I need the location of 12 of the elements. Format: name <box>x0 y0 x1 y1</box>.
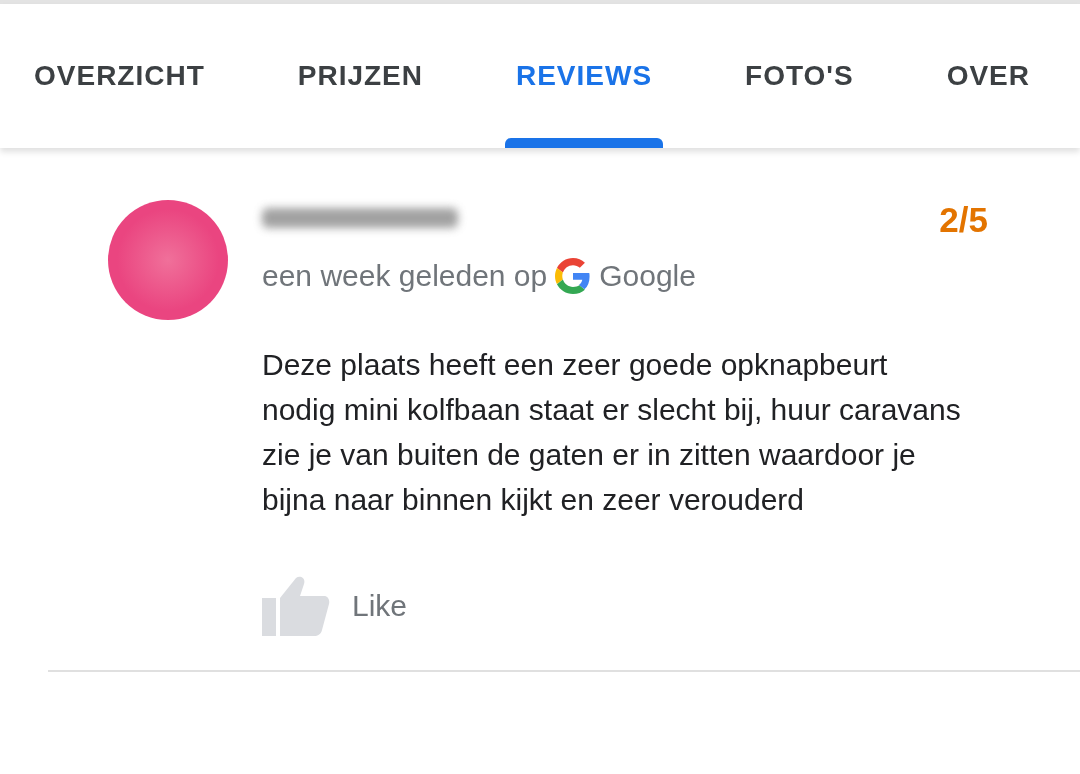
rating: 2/5 <box>939 200 988 240</box>
review-text: Deze plaats heeft een zeer goede opknapbeurt nodig mini kolfbaan staat er slecht bij, huur caravans zie je van buiten de gaten er in zitten waardoor je bijna naar binnen kijkt en zeer verouderd <box>262 347 962 518</box>
tab[interactable]: FOTO'S <box>741 4 858 148</box>
thumbs-up-icon[interactable] <box>262 576 330 636</box>
tab[interactable]: OVERZICHT <box>30 4 209 148</box>
review-time: een week geleden op <box>262 259 548 293</box>
review-source: Google <box>599 259 696 293</box>
tab[interactable]: REVIEWS <box>511 4 657 148</box>
like-label[interactable]: Like <box>352 589 408 623</box>
tab[interactable]: PRIJZEN <box>293 4 427 148</box>
google-logo-icon <box>555 258 592 294</box>
tab[interactable]: OVER <box>942 4 1034 148</box>
